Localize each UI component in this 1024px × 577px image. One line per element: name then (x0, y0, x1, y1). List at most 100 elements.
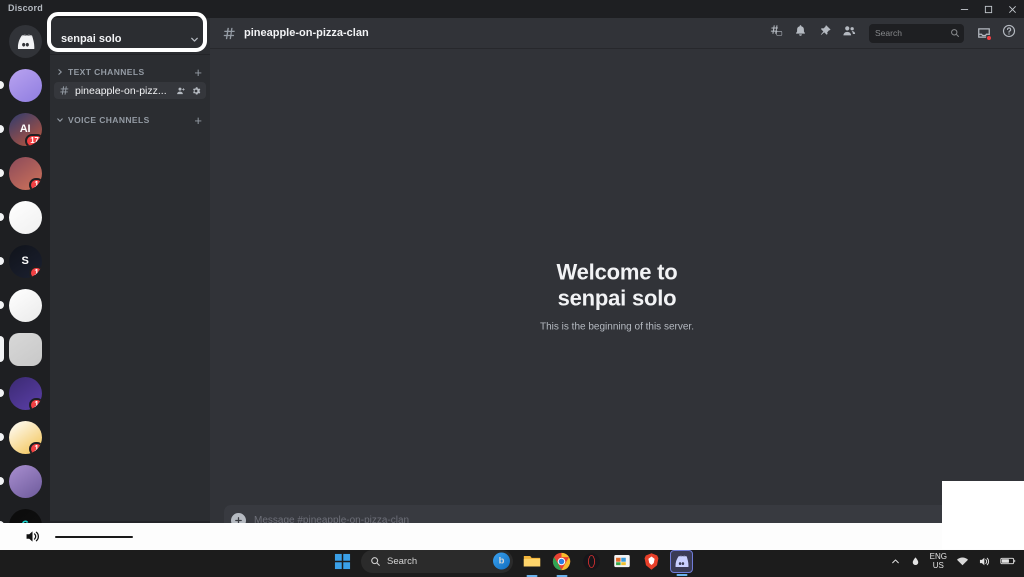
unread-badge: 1 (29, 441, 42, 454)
guild-white-blob-icon (8, 200, 42, 234)
add-member-icon[interactable] (176, 86, 186, 96)
water-drop-icon[interactable] (910, 556, 921, 567)
bell-icon[interactable] (794, 24, 807, 42)
guild-item[interactable]: 1 (0, 374, 50, 412)
category-label: VOICE CHANNELS (68, 115, 150, 125)
category-label: TEXT CHANNELS (68, 67, 145, 77)
guild-senpai-solo-icon (8, 332, 42, 366)
channel-category-header[interactable]: VOICE CHANNELS + (50, 112, 210, 128)
copilot-glyph: b (498, 555, 505, 567)
opera-gx-icon[interactable] (580, 550, 603, 573)
gear-icon[interactable] (191, 86, 201, 96)
discord-icon[interactable] (670, 549, 693, 576)
guild-sailboat-icon (8, 288, 42, 322)
guild-indicator-pill (0, 169, 4, 177)
guild-indicator-pill (0, 213, 4, 221)
guild-s-logo-icon: S1 (8, 244, 42, 278)
language-indicator[interactable]: ENG US (930, 552, 947, 570)
channel-actions (176, 86, 201, 96)
guild-item[interactable] (0, 462, 50, 500)
battery-icon[interactable] (1000, 555, 1016, 567)
copilot-icon[interactable]: b (493, 552, 510, 570)
category-label-group: TEXT CHANNELS (56, 67, 145, 77)
pin-icon[interactable] (818, 24, 831, 42)
welcome-subtitle: This is the beginning of this server. (540, 321, 694, 333)
hash-icon (59, 85, 70, 96)
server-rail[interactable]: AI171S11161MAL (0, 18, 50, 577)
home-button[interactable] (0, 22, 50, 60)
windows-start-icon[interactable] (331, 550, 354, 573)
volume-slider-icon (24, 528, 41, 545)
guild-folder-icon: 1 (8, 420, 42, 454)
minimize-icon[interactable] (952, 0, 976, 18)
maximize-icon[interactable] (976, 0, 1000, 18)
guild-valorant-icon: 1 (8, 376, 42, 410)
inbox-unread-dot (986, 35, 992, 41)
discord-app-window: Discord AI171S11161MAL (0, 0, 1024, 577)
white-overlay-box (942, 481, 1024, 549)
chevron-down-icon (189, 34, 200, 45)
main-content: pineapple-on-pizza-clan Search Welcome t… (210, 18, 1024, 555)
guild-anime-girl-icon (8, 464, 42, 498)
guild-list: AI171S11161MAL (0, 66, 50, 577)
search-icon (370, 556, 381, 567)
window-controls (952, 0, 1024, 18)
guild-indicator-pill (0, 81, 4, 89)
channel-header-title-group: pineapple-on-pizza-clan (222, 26, 769, 41)
channel-header-actions: Search (769, 23, 1016, 43)
title-bar: Discord (0, 0, 1024, 18)
taskbar-search-input[interactable]: Search b (361, 549, 513, 573)
guild-indicator-pill (0, 336, 4, 362)
volume-slider-track[interactable] (55, 535, 133, 538)
taskbar-center-group: Search b (331, 549, 693, 577)
chevron-up-icon[interactable] (890, 556, 901, 567)
guild-item[interactable] (0, 286, 50, 324)
running-indicator (526, 574, 537, 577)
volume-overlay-strip (0, 523, 1024, 550)
members-icon[interactable] (842, 24, 856, 43)
plus-icon[interactable]: + (194, 66, 202, 79)
guild-indicator-pill (0, 477, 4, 485)
unread-badge: 1 (29, 177, 42, 190)
channel-list[interactable]: TEXT CHANNELS + pineapple-on-pizz... VOICE … (50, 54, 210, 128)
plus-icon[interactable]: + (194, 114, 202, 127)
channel-category-header[interactable]: TEXT CHANNELS + (50, 64, 210, 80)
app-title: Discord (8, 3, 43, 13)
inbox-button[interactable] (977, 26, 992, 41)
microsoft-store-icon[interactable] (610, 550, 633, 573)
wifi-icon[interactable] (956, 555, 969, 568)
server-dropdown-button[interactable]: senpai solo (50, 24, 210, 54)
google-chrome-icon[interactable] (550, 550, 573, 577)
discord-home-icon (8, 24, 42, 58)
search-placeholder: Search (875, 28, 902, 38)
guild-ai-icon: AI 17 (8, 112, 42, 146)
guild-indicator-pill (0, 125, 4, 133)
guild-indicator-pill (0, 389, 4, 397)
search-input[interactable]: Search (869, 23, 964, 43)
page-title: pineapple-on-pizza-clan (244, 27, 369, 39)
language-code: ENG (929, 552, 947, 561)
help-icon[interactable] (1002, 24, 1016, 43)
guild-item[interactable]: 1 (0, 154, 50, 192)
guild-item[interactable] (0, 198, 50, 236)
guild-item[interactable]: AI 17 (0, 110, 50, 148)
channel-item[interactable]: pineapple-on-pizz... (54, 82, 206, 99)
server-rail-list: AI171S11161MAL (0, 18, 50, 577)
guild-item[interactable] (0, 330, 50, 368)
search-icon (950, 28, 960, 38)
brave-browser-icon[interactable] (640, 550, 663, 573)
channel-header: pineapple-on-pizza-clan Search (210, 18, 1024, 48)
running-indicator (556, 574, 567, 577)
close-icon[interactable] (1000, 0, 1024, 18)
volume-icon[interactable] (978, 555, 991, 568)
guild-item[interactable]: 1 (0, 418, 50, 456)
guild-item[interactable]: S1 (0, 242, 50, 280)
channel-sidebar: senpai solo TEXT CHANNELS + pineapple-on-p… (50, 18, 210, 577)
file-explorer-icon[interactable] (520, 550, 543, 577)
guild-item[interactable] (0, 66, 50, 104)
channel-name: pineapple-on-pizz... (75, 84, 167, 97)
unread-badge: 17 (25, 133, 42, 146)
chevron-right-icon (56, 68, 66, 76)
guild-sunset-icon: 1 (8, 156, 42, 190)
threads-icon[interactable] (769, 24, 783, 43)
